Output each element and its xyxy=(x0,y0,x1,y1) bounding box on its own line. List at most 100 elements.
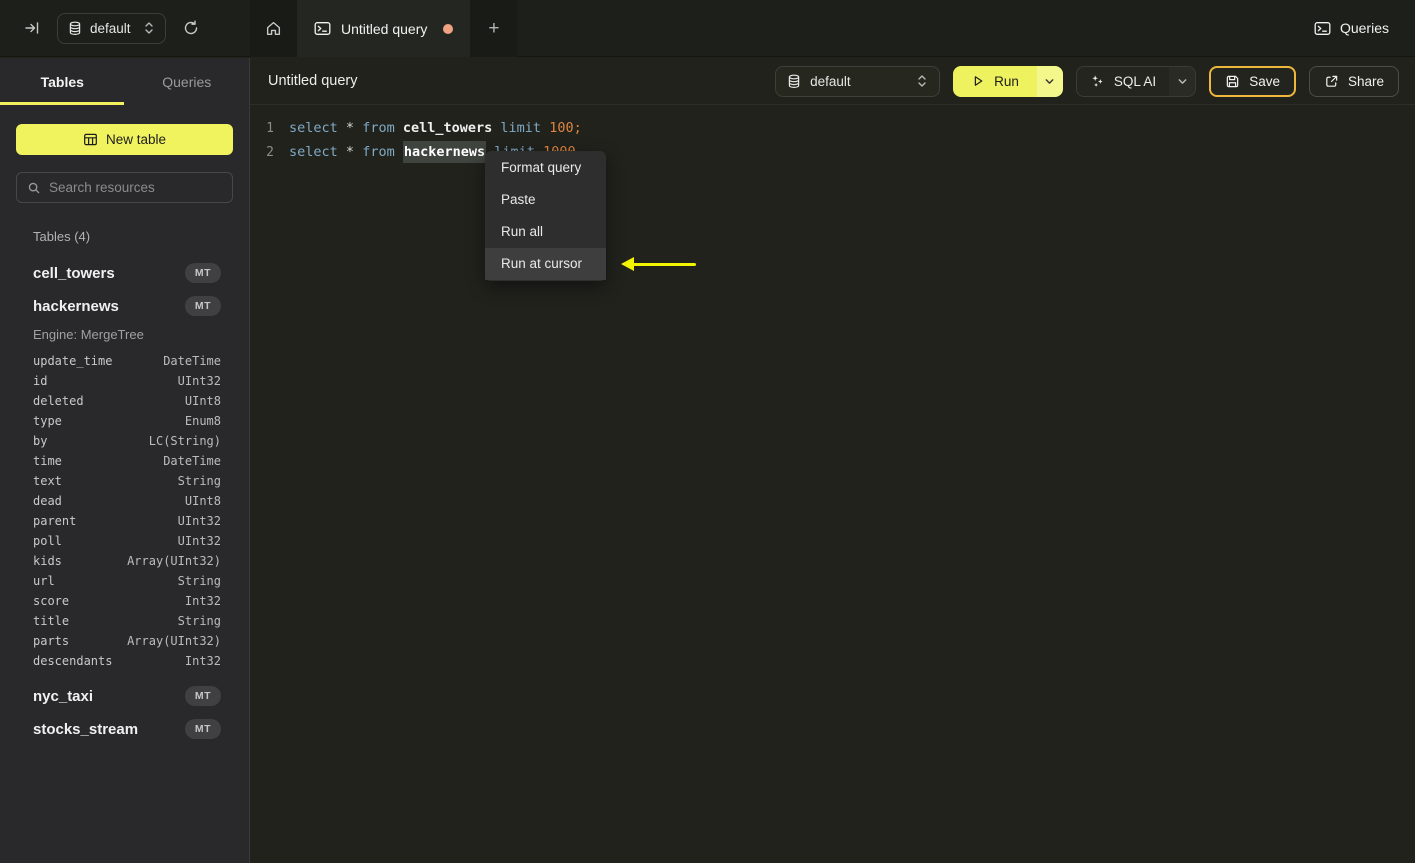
sql-ai-options-button[interactable] xyxy=(1169,66,1196,96)
tab-strip: Untitled query + xyxy=(250,0,518,57)
sidebar-tab-tables[interactable]: Tables xyxy=(0,58,125,105)
column-name: text xyxy=(33,474,62,488)
search-input[interactable] xyxy=(49,180,222,195)
arrow-head-icon xyxy=(621,257,634,271)
queries-button-label: Queries xyxy=(1339,20,1389,36)
column-type: Int32 xyxy=(184,654,221,668)
search-box[interactable] xyxy=(16,172,233,203)
tables-container: cell_towers MT hackernews MT Engine: MergeTr… xyxy=(33,261,221,741)
tables-section-label: Tables (4) xyxy=(33,229,91,244)
column-type: UInt8 xyxy=(184,494,221,508)
arrow-line xyxy=(630,263,696,266)
queries-button[interactable]: Queries xyxy=(1314,20,1389,36)
annotation-arrow xyxy=(621,257,696,271)
column-name: score xyxy=(33,594,70,608)
column-row: title String xyxy=(33,611,221,631)
column-row: descendants Int32 xyxy=(33,651,221,671)
column-row: type Enum8 xyxy=(33,411,221,431)
run-button[interactable]: Run xyxy=(953,65,1037,97)
save-button[interactable]: Save xyxy=(1209,65,1296,97)
tables-list: Tables (4) cell_towers MT hackernews MT Engi… xyxy=(16,229,233,741)
code-line[interactable]: 2select * from hackernews limit 1000 xyxy=(250,140,1415,164)
run-options-button[interactable] xyxy=(1036,65,1063,97)
topbar-database-selector[interactable]: default xyxy=(57,12,166,44)
column-type: Enum8 xyxy=(184,414,221,428)
sql-ai-label: SQL AI xyxy=(1113,73,1157,89)
column-name: by xyxy=(33,434,48,448)
sparkle-icon xyxy=(1090,74,1105,89)
new-tab-button[interactable]: + xyxy=(470,0,518,57)
code-text: select * from cell_towers limit 100; xyxy=(289,120,582,136)
column-name: poll xyxy=(33,534,62,548)
column-name: parent xyxy=(33,514,77,528)
home-button[interactable] xyxy=(250,0,297,57)
toolbar-database-selector[interactable]: default xyxy=(775,65,941,97)
column-row: parent UInt32 xyxy=(33,511,221,531)
top-bar: default Untitled query + Queries xyxy=(0,0,1415,57)
topbar-database-value: default xyxy=(90,20,131,36)
column-type: UInt32 xyxy=(177,514,221,528)
column-row: parts Array(UInt32) xyxy=(33,631,221,651)
refresh-button[interactable] xyxy=(183,20,199,36)
tab-label: Untitled query xyxy=(341,20,428,37)
column-row: text String xyxy=(33,471,221,491)
share-external-icon xyxy=(1324,74,1339,89)
menu-item-run-all[interactable]: Run all xyxy=(485,216,606,248)
database-icon xyxy=(68,21,82,36)
save-label: Save xyxy=(1249,73,1280,89)
plus-icon: + xyxy=(488,18,500,39)
code-line[interactable]: 1 select * from cell_towers limit 100; xyxy=(250,116,1415,140)
column-type: Array(UInt32) xyxy=(127,634,221,648)
share-label: Share xyxy=(1347,73,1384,89)
column-row: url String xyxy=(33,571,221,591)
sql-ai-split-button: SQL AI xyxy=(1075,65,1197,97)
sql-ai-button[interactable]: SQL AI xyxy=(1077,67,1169,96)
table-name: cell_towers xyxy=(33,264,115,282)
column-type: DateTime xyxy=(163,454,221,468)
table-item[interactable]: stocks_stream MT xyxy=(33,717,221,741)
search-icon xyxy=(27,181,41,195)
share-button[interactable]: Share xyxy=(1308,65,1399,97)
column-type: UInt32 xyxy=(177,534,221,548)
column-row: update_time DateTime xyxy=(33,351,221,371)
menu-item-paste[interactable]: Paste xyxy=(485,184,606,216)
column-name: deleted xyxy=(33,394,84,408)
tab-untitled-query[interactable]: Untitled query xyxy=(297,0,471,57)
column-type: String xyxy=(177,574,221,588)
run-label: Run xyxy=(994,73,1019,89)
columns-list: update_time DateTime id UInt32 deleted UInt8 t… xyxy=(33,351,221,671)
new-table-label: New table xyxy=(105,132,167,147)
table-item[interactable]: cell_towers MT xyxy=(33,261,221,285)
table-item[interactable]: nyc_taxi MT xyxy=(33,684,221,708)
column-row: poll UInt32 xyxy=(33,531,221,551)
active-tab-underline xyxy=(0,102,124,105)
column-name: time xyxy=(33,454,62,468)
refresh-icon xyxy=(183,20,199,36)
column-type: Int32 xyxy=(184,594,221,608)
column-name: descendants xyxy=(33,654,113,668)
arrow-to-bar-icon xyxy=(24,20,40,36)
column-name: url xyxy=(33,574,55,588)
menu-item-format-query[interactable]: Format query xyxy=(485,152,606,184)
column-type: Array(UInt32) xyxy=(127,554,221,568)
column-type: String xyxy=(177,474,221,488)
new-table-button[interactable]: New table xyxy=(16,124,233,155)
menu-item-run-at-cursor[interactable]: Run at cursor xyxy=(485,248,606,280)
table-name: hackernews xyxy=(33,297,119,315)
column-row: kids Array(UInt32) xyxy=(33,551,221,571)
sql-editor[interactable]: 1 select * from cell_towers limit 100; 2 se… xyxy=(250,105,1415,164)
query-toolbar: Untitled query default Run SQL AI Save S… xyxy=(250,58,1415,105)
run-split-button: Run xyxy=(953,65,1063,97)
column-type: UInt8 xyxy=(184,394,221,408)
column-name: dead xyxy=(33,494,62,508)
column-row: dead UInt8 xyxy=(33,491,221,511)
column-name: type xyxy=(33,414,62,428)
sidebar: Tables Queries New table Tables ( xyxy=(0,58,250,863)
line-number: 2 xyxy=(266,144,274,160)
chevron-down-icon xyxy=(1177,76,1188,87)
table-item[interactable]: hackernews MT xyxy=(33,294,221,318)
collapse-sidebar-button[interactable] xyxy=(24,20,40,36)
sidebar-tab-queries[interactable]: Queries xyxy=(125,58,250,105)
terminal-icon xyxy=(1314,21,1331,36)
